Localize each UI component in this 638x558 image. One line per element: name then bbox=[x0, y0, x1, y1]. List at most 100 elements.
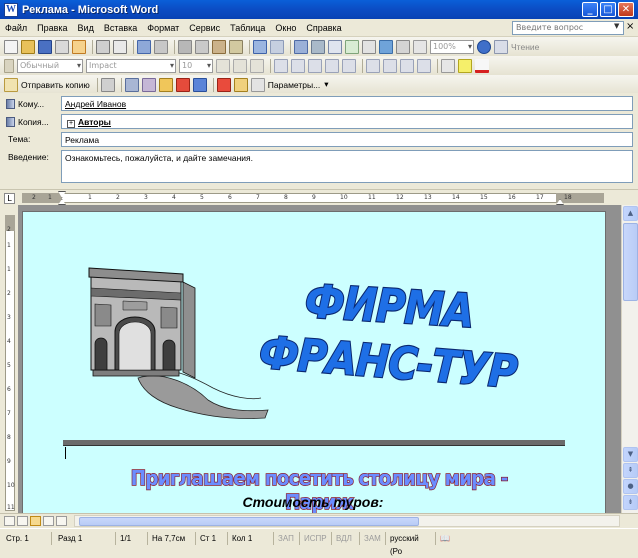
permission-icon[interactable] bbox=[55, 39, 69, 54]
insert-table-icon[interactable] bbox=[328, 39, 342, 54]
drawing-icon[interactable] bbox=[379, 39, 393, 54]
show-hide-icon[interactable] bbox=[413, 39, 427, 54]
underline-icon[interactable] bbox=[250, 58, 264, 73]
style-combo[interactable]: Обычный bbox=[17, 58, 83, 73]
paste-icon[interactable] bbox=[212, 39, 226, 54]
highlight-icon[interactable] bbox=[458, 58, 472, 73]
cut-icon[interactable] bbox=[178, 39, 192, 54]
status-track-changes[interactable]: ИСПР bbox=[302, 532, 332, 545]
status-overtype[interactable]: ЗАМ bbox=[362, 532, 386, 545]
cc-field[interactable]: + Авторы bbox=[61, 114, 633, 129]
intro-field[interactable]: Ознакомьтесь, пожалуйста, и дайте замеча… bbox=[61, 150, 633, 183]
maximize-button[interactable]: □ bbox=[600, 2, 616, 17]
font-color-icon[interactable] bbox=[475, 58, 489, 73]
columns-icon[interactable] bbox=[362, 39, 376, 54]
low-importance-icon[interactable] bbox=[192, 77, 207, 92]
cc-button[interactable]: Копия... bbox=[6, 114, 49, 129]
horizontal-scroll-thumb[interactable] bbox=[79, 517, 419, 526]
web-view-icon[interactable] bbox=[17, 516, 28, 526]
to-button[interactable]: Кому... bbox=[6, 96, 44, 111]
normal-view-icon[interactable] bbox=[4, 516, 15, 526]
align-right-icon[interactable] bbox=[308, 58, 322, 73]
expand-group-icon[interactable]: + bbox=[67, 120, 75, 128]
next-page-icon[interactable]: ⇟ bbox=[623, 495, 638, 510]
undo-icon[interactable] bbox=[253, 39, 267, 54]
envelope-icon[interactable] bbox=[233, 77, 248, 92]
decrease-indent-icon[interactable] bbox=[400, 58, 414, 73]
help-icon[interactable] bbox=[477, 39, 491, 54]
align-center-icon[interactable] bbox=[291, 58, 305, 73]
document-close-icon[interactable]: × bbox=[626, 21, 634, 32]
menu-window[interactable]: Окно bbox=[270, 23, 301, 33]
vertical-scrollbar[interactable]: ▲ ▼ ⇞ ● ⇟ bbox=[621, 205, 638, 513]
title-bar[interactable]: W Реклама - Microsoft Word _ □ ✕ bbox=[0, 0, 638, 19]
tables-borders-icon[interactable] bbox=[311, 39, 325, 54]
send-icon[interactable] bbox=[4, 77, 18, 92]
insert-excel-icon[interactable] bbox=[345, 39, 359, 54]
menu-edit[interactable]: Правка bbox=[32, 23, 72, 33]
line-spacing-icon[interactable] bbox=[342, 58, 356, 73]
close-button[interactable]: ✕ bbox=[618, 2, 634, 17]
prices-heading[interactable]: Стоимость туров: bbox=[183, 494, 443, 510]
spelling-status-icon[interactable]: 📖 bbox=[438, 532, 460, 545]
attach-file-icon[interactable] bbox=[100, 77, 115, 92]
options-dropdown-icon[interactable]: ▾ bbox=[324, 79, 328, 90]
save-icon[interactable] bbox=[38, 39, 52, 54]
help-question-input[interactable]: Введите вопрос bbox=[512, 21, 624, 35]
increase-indent-icon[interactable] bbox=[417, 58, 431, 73]
scroll-up-icon[interactable]: ▲ bbox=[623, 206, 638, 221]
menu-help[interactable]: Справка bbox=[301, 23, 346, 33]
word-app-icon[interactable]: W bbox=[4, 2, 18, 17]
align-left-icon[interactable] bbox=[274, 58, 288, 73]
select-browse-object-icon[interactable]: ● bbox=[623, 479, 638, 494]
numbering-icon[interactable] bbox=[366, 58, 380, 73]
arc-de-triomphe-clipart[interactable] bbox=[83, 260, 273, 420]
hyperlink-icon[interactable] bbox=[294, 39, 308, 54]
high-importance-icon[interactable] bbox=[175, 77, 190, 92]
tab-selector[interactable]: L bbox=[4, 193, 15, 204]
print-layout-icon[interactable] bbox=[30, 516, 41, 526]
styles-pane-icon[interactable] bbox=[4, 58, 14, 73]
borders-icon[interactable] bbox=[441, 58, 455, 73]
signature-icon[interactable] bbox=[158, 77, 173, 92]
open-folder-icon[interactable] bbox=[21, 39, 35, 54]
previous-page-icon[interactable]: ⇞ bbox=[623, 463, 638, 478]
print-icon[interactable] bbox=[96, 39, 110, 54]
read-mode-label[interactable]: Чтение bbox=[511, 42, 539, 52]
document-map-icon[interactable] bbox=[396, 39, 410, 54]
scroll-thumb[interactable] bbox=[623, 223, 638, 301]
to-field[interactable]: Андрей Иванов bbox=[61, 96, 633, 111]
horizontal-ruler[interactable]: L 2 1 1 2 3 4 5 6 7 8 9 10 11 12 13 14 15 16 17 18 bbox=[0, 189, 638, 205]
document-area[interactable]: ФИРМА ФРАНС-ТУР Приглашаем посетить стол… bbox=[18, 205, 621, 513]
research-icon[interactable] bbox=[154, 39, 168, 54]
subject-field[interactable]: Реклама bbox=[61, 132, 633, 147]
bullets-icon[interactable] bbox=[383, 58, 397, 73]
justify-icon[interactable] bbox=[325, 58, 339, 73]
check-names-icon[interactable] bbox=[124, 77, 139, 92]
options-icon[interactable] bbox=[250, 77, 265, 92]
italic-icon[interactable] bbox=[233, 58, 247, 73]
wordart-company-name[interactable]: ФРАНС-ТУР bbox=[257, 326, 520, 400]
email-icon[interactable] bbox=[72, 39, 86, 54]
print-preview-icon[interactable] bbox=[113, 39, 127, 54]
options-button[interactable]: Параметры... bbox=[268, 80, 320, 90]
wordart-firm[interactable]: ФИРМА bbox=[303, 274, 476, 339]
scroll-down-icon[interactable]: ▼ bbox=[623, 447, 638, 462]
menu-format[interactable]: Формат bbox=[142, 23, 184, 33]
document-page[interactable]: ФИРМА ФРАНС-ТУР Приглашаем посетить стол… bbox=[22, 211, 606, 513]
font-combo[interactable]: Impact bbox=[86, 58, 176, 73]
zoom-combo[interactable]: 100% bbox=[430, 39, 474, 54]
vertical-ruler[interactable]: 2 1 1 2 3 4 5 6 7 8 9 10 11 bbox=[0, 205, 18, 513]
address-book-icon[interactable] bbox=[141, 77, 156, 92]
cc-group-name[interactable]: Авторы bbox=[78, 117, 111, 127]
menu-tools[interactable]: Сервис bbox=[184, 23, 225, 33]
minimize-button[interactable]: _ bbox=[582, 2, 598, 17]
send-copy-button[interactable]: Отправить копию bbox=[21, 80, 90, 90]
spelling-icon[interactable] bbox=[137, 39, 151, 54]
bold-icon[interactable] bbox=[216, 58, 230, 73]
menu-table[interactable]: Таблица bbox=[225, 23, 270, 33]
menu-insert[interactable]: Вставка bbox=[99, 23, 142, 33]
status-record-macro[interactable]: ЗАП bbox=[276, 532, 300, 545]
menu-file[interactable]: Файл bbox=[0, 23, 32, 33]
reading-view-icon[interactable] bbox=[56, 516, 67, 526]
